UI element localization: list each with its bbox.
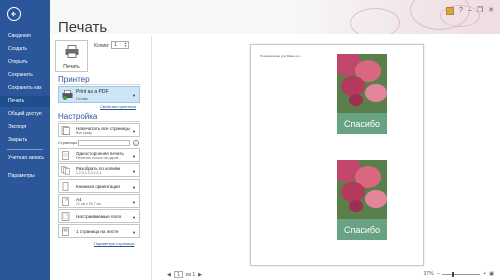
setting-sides[interactable]: Односторонняя печать Печатать только на … — [58, 148, 140, 162]
setting-margins[interactable]: Настраиваемые поля ▼ — [58, 209, 140, 223]
next-page-icon[interactable]: ▶ — [198, 272, 202, 278]
stepper-arrows-icon[interactable]: ▲ ▼ — [124, 42, 127, 48]
chevron-down-icon: ▼ — [132, 200, 136, 205]
printer-selector[interactable]: Print as a PDF Готово ▼ — [58, 86, 140, 103]
title-bar: ? – ❐ ✕ — [50, 0, 500, 34]
setting-main-text: Настраиваемые поля — [76, 214, 121, 219]
window-controls: ? – ❐ ✕ — [446, 7, 494, 15]
current-page-input[interactable]: 1 — [173, 271, 183, 278]
print-button[interactable]: Печать — [55, 40, 88, 72]
minimize-button[interactable]: – — [468, 7, 472, 15]
margins-icon — [61, 212, 70, 221]
nav-item-save[interactable]: Сохранить — [0, 70, 50, 81]
nav-item-export[interactable]: Экспорт — [0, 122, 50, 133]
zoom-slider-thumb[interactable] — [452, 271, 455, 277]
info-icon[interactable]: i — [133, 140, 139, 146]
printer-section-title: Принтер — [58, 75, 90, 84]
blossom-image — [365, 190, 387, 208]
page-count: из 1 — [185, 271, 196, 278]
chevron-down-icon: ▼ — [132, 185, 136, 190]
printer-status: Готово — [76, 96, 89, 101]
blossom-image — [349, 200, 363, 212]
nav-item-new[interactable]: Создать — [0, 44, 50, 55]
chevron-down-icon: ▼ — [132, 154, 136, 159]
nav-item-close[interactable]: Закрыть — [0, 135, 50, 146]
pages-input[interactable] — [78, 140, 130, 146]
printer-icon — [65, 45, 78, 58]
preview-card: Спасибо — [337, 160, 387, 240]
nav-item-save-as[interactable]: Сохранить как — [0, 83, 50, 94]
nav-item-print[interactable]: Печать — [0, 96, 50, 107]
zoom-in-icon[interactable]: + — [483, 271, 486, 277]
zoom-slider[interactable] — [442, 271, 481, 277]
copies-value: 1 — [114, 42, 117, 48]
nav-item-share[interactable]: Общий доступ — [0, 109, 50, 120]
pdf-printer-icon — [62, 90, 73, 100]
back-arrow-icon[interactable] — [7, 7, 21, 21]
avatar[interactable] — [446, 7, 455, 15]
section-divider — [58, 84, 140, 85]
print-preview-page: Поздравление для Мамы в с... Спасибо Спа… — [250, 44, 424, 266]
pages-per-sheet-icon — [62, 227, 69, 236]
fit-page-icon[interactable]: ▣ — [489, 271, 494, 277]
printer-name: Print as a PDF — [76, 89, 109, 95]
setting-main-text: Книжная ориентация — [76, 184, 120, 189]
backstage-nav: Сведения Создать Открыть Сохранить Сохра… — [0, 0, 50, 280]
section-divider — [58, 121, 140, 122]
card-caption: Спасибо — [343, 225, 381, 235]
chevron-down-icon: ▼ — [132, 169, 136, 174]
restore-button[interactable]: ❐ — [477, 7, 483, 15]
chevron-down-icon: ▼ — [132, 93, 136, 98]
panel-divider — [151, 36, 152, 280]
printer-properties-link[interactable]: Свойства принтера — [100, 104, 136, 109]
close-button[interactable]: ✕ — [488, 7, 494, 15]
help-button[interactable]: ? — [459, 7, 463, 15]
setting-orientation[interactable]: Книжная ориентация ▼ — [58, 179, 140, 193]
zoom-control: 37% – + ▣ — [424, 271, 494, 277]
setting-sub-text: 1,2,3 1,2,3 1,2,3 — [76, 171, 102, 175]
paper-size-icon — [62, 197, 69, 206]
pages-field-row: Страницы: i — [58, 140, 140, 147]
blossom-image — [365, 84, 387, 102]
setting-print-range[interactable]: Напечатать все страницы Все сразу ▼ — [58, 123, 140, 137]
page-navigator: ◀ 1 из 1 ▶ — [167, 271, 202, 278]
setting-pages-per-sheet[interactable]: 1 страница на листе ▼ — [58, 224, 140, 238]
zoom-value[interactable]: 37% — [424, 271, 434, 277]
preview-card: Спасибо — [337, 54, 387, 134]
preview-header-text: Поздравление для Мамы в с... — [260, 54, 303, 58]
print-button-label: Печать — [63, 64, 80, 70]
pages-icon — [61, 126, 70, 135]
blossom-image — [341, 76, 365, 96]
setting-sub-text: Все сразу — [76, 131, 92, 135]
setting-sub-text: 21 см x 29,7 см — [76, 202, 101, 206]
previous-page-icon[interactable]: ◀ — [167, 272, 171, 278]
one-sided-icon — [62, 151, 69, 160]
page-setup-link[interactable]: Параметры страницы — [94, 241, 134, 246]
nav-item-account[interactable]: Учетная запись — [0, 152, 50, 170]
orientation-icon — [62, 182, 69, 191]
setting-paper-size[interactable]: A4 21 см x 29,7 см ▼ — [58, 194, 140, 208]
setting-sub-text: Печатать только на одной... — [76, 156, 122, 160]
nav-item-open[interactable]: Открыть — [0, 57, 50, 68]
zoom-out-icon[interactable]: – — [437, 271, 440, 277]
nav-item-info[interactable]: Сведения — [0, 31, 50, 42]
nav-separator — [7, 149, 43, 150]
card-caption: Спасибо — [343, 119, 381, 129]
pages-label: Страницы: — [58, 140, 78, 145]
copies-stepper[interactable]: 1 ▲ ▼ — [111, 41, 129, 49]
decorative-swirl — [350, 8, 400, 34]
settings-section-title: Настройка — [58, 112, 98, 121]
chevron-down-icon: ▼ — [132, 129, 136, 134]
blossom-image — [341, 182, 365, 202]
setting-collate[interactable]: Разобрать по копиям 1,2,3 1,2,3 1,2,3 ▼ — [58, 163, 140, 177]
collate-icon — [61, 166, 70, 175]
page-title: Печать — [58, 19, 108, 36]
nav-item-options[interactable]: Параметры — [0, 171, 50, 182]
blossom-image — [349, 94, 363, 106]
chevron-down-icon: ▼ — [132, 215, 136, 220]
copies-label: Копии: — [94, 43, 110, 49]
setting-main-text: 1 страница на листе — [76, 229, 119, 234]
chevron-down-icon: ▼ — [132, 230, 136, 235]
